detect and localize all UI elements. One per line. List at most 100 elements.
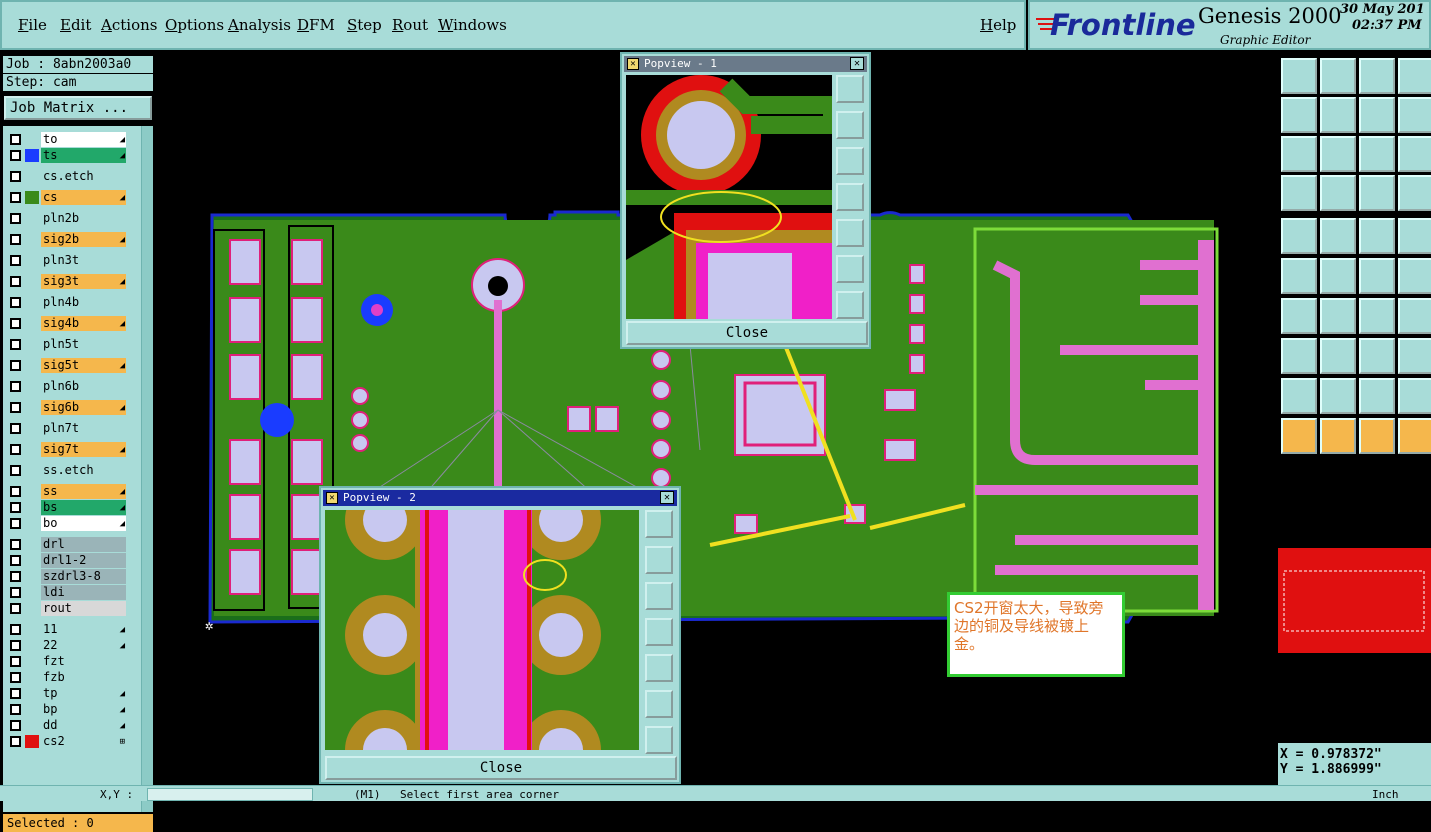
layer-name[interactable]: cs ◢ xyxy=(41,190,126,205)
layer-color-swatch[interactable] xyxy=(25,133,39,146)
layer-color-swatch[interactable] xyxy=(25,639,39,652)
menu-file[interactable]: File xyxy=(18,16,47,34)
layer-color-swatch[interactable] xyxy=(25,719,39,732)
layer-color-swatch[interactable] xyxy=(25,464,39,477)
popview-1-close-icon[interactable]: ✕ xyxy=(850,57,864,70)
rotate-icon[interactable] xyxy=(1359,97,1395,133)
layer-checkbox[interactable] xyxy=(10,150,21,161)
xy-input[interactable] xyxy=(147,788,313,801)
layer-name[interactable]: sig4b ◢ xyxy=(41,316,126,331)
layer-checkbox[interactable] xyxy=(10,297,21,308)
layer-name[interactable]: drl xyxy=(41,537,126,552)
layer-checkbox[interactable] xyxy=(10,736,21,747)
zoom-fit-button[interactable] xyxy=(645,510,673,538)
layer-name[interactable]: pln7t xyxy=(41,421,126,436)
menu-rout[interactable]: Rout xyxy=(392,16,428,34)
arrow2-icon[interactable] xyxy=(1398,258,1431,294)
select-icon[interactable] xyxy=(1281,418,1317,454)
fit-icon[interactable] xyxy=(1281,136,1317,172)
layer-color-swatch[interactable] xyxy=(25,735,39,748)
layer-name[interactable]: cs.etch xyxy=(41,169,126,184)
layer-name[interactable]: szdrl3-8 xyxy=(41,569,126,584)
layer-checkbox[interactable] xyxy=(10,587,21,598)
layer-color-swatch[interactable] xyxy=(25,485,39,498)
open-icon[interactable] xyxy=(1281,58,1317,94)
cross-icon[interactable] xyxy=(1320,258,1356,294)
help-icon[interactable] xyxy=(1398,136,1431,172)
home-icon[interactable] xyxy=(1359,58,1395,94)
layer-color-swatch[interactable] xyxy=(25,254,39,267)
layer-checkbox[interactable] xyxy=(10,486,21,497)
layer-color-swatch[interactable] xyxy=(25,623,39,636)
layer-checkbox[interactable] xyxy=(10,402,21,413)
grid-icon[interactable] xyxy=(1320,175,1356,211)
layer-name[interactable]: pln3t xyxy=(41,253,126,268)
layer-checkbox[interactable] xyxy=(10,720,21,731)
layer-color-swatch[interactable] xyxy=(25,570,39,583)
select4-icon[interactable] xyxy=(1398,418,1431,454)
layer-color-swatch[interactable] xyxy=(25,517,39,530)
menu-options[interactable]: Options xyxy=(165,16,224,34)
layer-color-swatch[interactable] xyxy=(25,538,39,551)
layer-checkbox[interactable] xyxy=(10,465,21,476)
layer-color-swatch[interactable] xyxy=(25,170,39,183)
menu-analysis[interactable]: Analysis xyxy=(228,16,291,34)
slope-icon[interactable] xyxy=(1281,298,1317,334)
layer-checkbox[interactable] xyxy=(10,624,21,635)
pan-up-button[interactable] xyxy=(836,111,864,139)
popview-1-close-button[interactable]: Close xyxy=(626,321,868,345)
window-menu-icon[interactable]: ✕ xyxy=(326,492,338,504)
connect-icon[interactable] xyxy=(1281,258,1317,294)
layer-color-swatch[interactable] xyxy=(25,586,39,599)
layer-color-swatch[interactable] xyxy=(25,317,39,330)
pan-down-button[interactable] xyxy=(645,582,673,610)
layer-name[interactable]: pln6b xyxy=(41,379,126,394)
net2-icon[interactable] xyxy=(1398,175,1431,211)
layer-color-swatch[interactable] xyxy=(25,275,39,288)
zoom-out-button[interactable] xyxy=(836,291,864,319)
layer-name[interactable]: sig2b ◢ xyxy=(41,232,126,247)
layer-name[interactable]: rout xyxy=(41,601,126,616)
layer-name[interactable]: 11 ◢ xyxy=(41,622,126,637)
layer-color-swatch[interactable] xyxy=(25,422,39,435)
layer-color-swatch[interactable] xyxy=(25,687,39,700)
layer-name[interactable]: bo ◢ xyxy=(41,516,126,531)
triangle4-icon[interactable] xyxy=(1398,378,1431,414)
filter-icon[interactable] xyxy=(1281,175,1317,211)
layer-color-swatch[interactable] xyxy=(25,296,39,309)
triangle-icon[interactable] xyxy=(1281,378,1317,414)
layer-checkbox[interactable] xyxy=(10,672,21,683)
export-icon[interactable] xyxy=(1320,97,1356,133)
menu-dfm[interactable]: DFM xyxy=(297,16,335,34)
line-icon[interactable] xyxy=(1320,218,1356,254)
layer-color-swatch[interactable] xyxy=(25,703,39,716)
layer-color-swatch[interactable] xyxy=(25,554,39,567)
layer-checkbox[interactable] xyxy=(10,656,21,667)
layer-color-swatch[interactable] xyxy=(25,338,39,351)
triangle3-icon[interactable] xyxy=(1359,378,1395,414)
layer-name[interactable]: cs2 ⊞ xyxy=(41,734,126,749)
menu-actions[interactable]: Actions xyxy=(101,16,157,34)
layer-name[interactable]: sig3t ◢ xyxy=(41,274,126,289)
pan-down-button[interactable] xyxy=(836,147,864,175)
layer-color-swatch[interactable] xyxy=(25,671,39,684)
layer-checkbox[interactable] xyxy=(10,423,21,434)
layer-checkbox[interactable] xyxy=(10,704,21,715)
layer-checkbox[interactable] xyxy=(10,640,21,651)
measure-icon[interactable] xyxy=(1359,338,1395,374)
layer-name[interactable]: bs ◢ xyxy=(41,500,126,515)
layer-color-swatch[interactable] xyxy=(25,655,39,668)
layer-name[interactable]: pln4b xyxy=(41,295,126,310)
overview-panel[interactable] xyxy=(1278,463,1431,743)
layer-color-swatch[interactable] xyxy=(25,380,39,393)
select3-icon[interactable] xyxy=(1359,418,1395,454)
layer-list-scrollbar[interactable] xyxy=(141,126,153,812)
import-icon[interactable] xyxy=(1281,97,1317,133)
layer-color-swatch[interactable] xyxy=(25,359,39,372)
layer-checkbox[interactable] xyxy=(10,255,21,266)
pan-right-button[interactable] xyxy=(645,654,673,682)
unit-selector[interactable]: Inch xyxy=(1372,788,1399,801)
layer-name[interactable]: drl1-2 xyxy=(41,553,126,568)
layer-name[interactable]: to ◢ xyxy=(41,132,126,147)
zoom-out-button[interactable] xyxy=(645,726,673,754)
